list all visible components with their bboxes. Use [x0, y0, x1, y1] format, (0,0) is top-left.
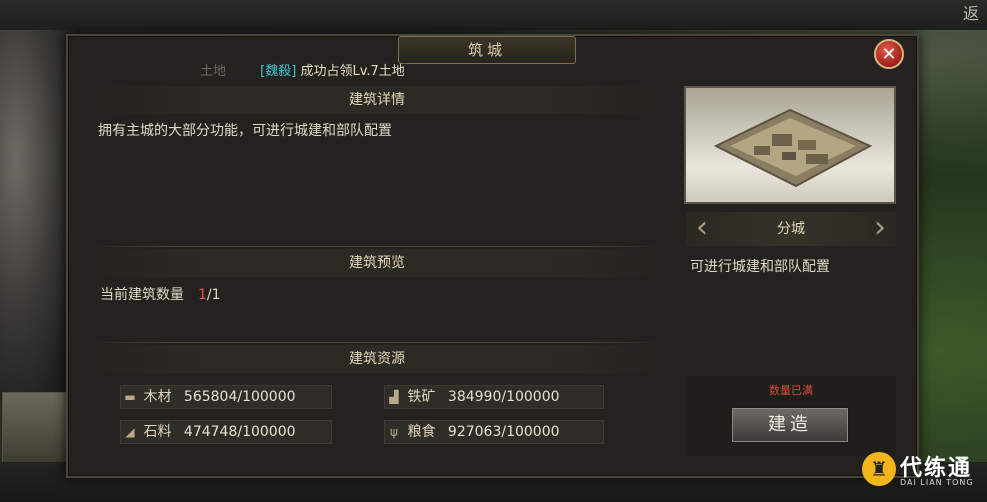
resources-heading: 建筑资源	[90, 345, 664, 373]
building-count-current: 1	[198, 287, 207, 303]
details-heading: 建筑详情	[90, 86, 664, 114]
next-arrow-icon[interactable]: ›	[868, 212, 892, 246]
variant-description: 可进行城建和部队配置	[690, 259, 830, 275]
top-bar-background: 返	[0, 0, 987, 30]
quota-status: 数量已满	[769, 384, 813, 397]
building-count: 当前建筑数量 1/1	[100, 284, 221, 304]
iron-icon: ▟	[389, 390, 399, 404]
notice-faded-text: 土地	[200, 64, 227, 79]
details-description: 拥有主城的大部分功能，可进行城建和部队配置	[98, 123, 392, 139]
build-area: 数量已满 建造	[686, 376, 896, 456]
preview-section: 建筑预览	[90, 249, 664, 277]
resource-name: 铁矿	[407, 389, 436, 405]
preview-heading: 建筑预览	[90, 249, 664, 277]
resource-value: 927063/100000	[447, 424, 560, 440]
resource-name: 木材	[143, 389, 172, 405]
scrolling-notice: 土地 [魏殺] 成功占领Lv.7土地	[200, 60, 405, 79]
details-section: 建筑详情	[90, 86, 664, 114]
building-count-total: /1	[206, 287, 221, 303]
resources-divider	[90, 342, 664, 343]
grain-icon: ψ	[390, 425, 398, 439]
logo-subtitle: DAI LIAN TONG	[900, 478, 974, 487]
dialog-title: 筑城	[398, 36, 576, 64]
resource-wood: ▬ 木材 565804/100000	[120, 385, 332, 409]
notice-faction: [魏殺]	[260, 64, 297, 79]
preview-divider	[90, 246, 664, 247]
close-button[interactable]: ✕	[874, 39, 904, 69]
resources-section: 建筑资源	[90, 345, 664, 373]
resource-name: 石料	[143, 424, 172, 440]
stone-icon: ◢	[125, 425, 135, 439]
close-icon: ✕	[881, 44, 897, 65]
variant-name: 分城	[777, 221, 805, 237]
notice-message: 成功占领Lv.7土地	[300, 64, 405, 79]
building-preview-image	[684, 86, 896, 204]
city-model-image	[713, 108, 873, 188]
city-thumbnail-background	[2, 392, 72, 466]
resource-grain: ψ 粮食 927063/100000	[384, 420, 604, 444]
building-count-label: 当前建筑数量	[100, 287, 184, 303]
variant-selector: ‹ 分城 ›	[686, 212, 896, 246]
logo-icon: ♜	[862, 452, 896, 486]
resource-name: 粮食	[407, 424, 436, 440]
build-button[interactable]: 建造	[732, 408, 848, 442]
resource-stone: ◢ 石料 474748/100000	[120, 420, 332, 444]
resource-iron: ▟ 铁矿 384990/100000	[384, 385, 604, 409]
resource-value: 384990/100000	[447, 389, 560, 405]
resource-value: 474748/100000	[183, 424, 296, 440]
return-label[interactable]: 返	[963, 0, 979, 24]
resource-value: 565804/100000	[183, 389, 296, 405]
watermark-logo: ♜ 代练通 DAI LIAN TONG	[862, 448, 984, 494]
wood-icon: ▬	[124, 390, 136, 404]
